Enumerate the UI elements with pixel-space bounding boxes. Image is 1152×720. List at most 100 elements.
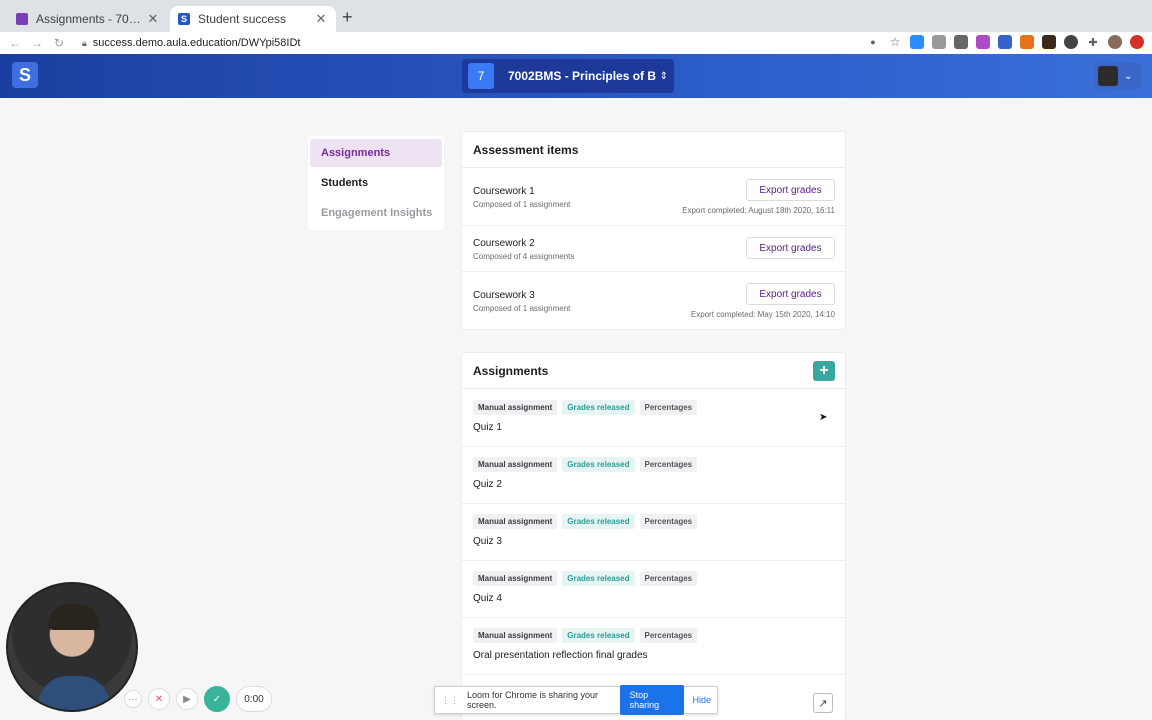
tab-close-icon[interactable]: ✕ — [146, 11, 160, 27]
plus-icon: + — [819, 362, 829, 379]
type-tag: Manual assignment — [473, 400, 558, 415]
export-status: Export completed: August 18th 2020, 16:1… — [682, 206, 835, 215]
coursework-subtitle: Composed of 1 assignment — [473, 200, 571, 209]
address-bar-row: ← → ↻ 🔒︎ success.demo.aula.education/DWY… — [0, 32, 1152, 54]
loom-controls: ⋯ ✕ ▶ ✓ 0:00 — [124, 686, 272, 712]
extension-icon[interactable] — [998, 35, 1012, 49]
coursework-title: Coursework 1 — [473, 186, 535, 197]
cancel-recording-icon[interactable]: ✕ — [148, 688, 170, 710]
external-link-icon[interactable]: ↗ — [813, 693, 833, 713]
app-header: S 7 7002BMS - Principles of Biot... ⇕ ⌄ — [0, 54, 1152, 98]
forward-arrow-icon[interactable]: → — [26, 36, 48, 50]
sidebar-item-students[interactable]: Students — [310, 169, 442, 197]
webcam-shirt — [38, 676, 110, 710]
status-badge: Grades released — [562, 571, 635, 586]
course-number-badge: 7 — [468, 63, 494, 89]
address-field[interactable]: 🔒︎ success.demo.aula.education/DWYpi58ID… — [82, 37, 300, 49]
browser-tab-student-success[interactable]: S Student success ✕ — [170, 6, 336, 32]
sidebar-item-assignments[interactable]: Assignments — [310, 139, 442, 167]
more-options-icon[interactable]: ⋯ — [124, 690, 142, 708]
tab-close-icon[interactable]: ✕ — [314, 11, 328, 27]
extension-icon[interactable] — [1042, 35, 1056, 49]
updown-chevron-icon: ⇕ — [659, 70, 668, 82]
color-extension-icon[interactable] — [976, 35, 990, 49]
mode-tag: Percentages — [639, 628, 698, 643]
tag-group: Manual assignment Grades released Percen… — [473, 457, 698, 472]
tag-group: Manual assignment Grades released Percen… — [473, 400, 698, 415]
type-tag: Manual assignment — [473, 571, 558, 586]
export-grades-button[interactable]: Export grades — [746, 237, 835, 259]
lock-icon: 🔒︎ — [82, 37, 87, 48]
assignment-row[interactable]: Manual assignment Grades released Percen… — [462, 618, 845, 675]
type-tag: Manual assignment — [473, 457, 558, 472]
course-name: 7002BMS - Principles of Biot... — [508, 69, 656, 83]
coursework-subtitle: Composed of 1 assignment — [473, 304, 571, 313]
course-selector[interactable]: 7 7002BMS - Principles of Biot... ⇕ — [462, 59, 674, 93]
assignment-row[interactable]: Manual assignment Grades released Percen… — [462, 390, 845, 447]
url-text: success.demo.aula.education/DWYpi58IDt — [92, 37, 301, 49]
assignment-title: Oral presentation reflection final grade… — [473, 650, 648, 661]
sidebar-item-engagement-insights[interactable]: Engagement Insights — [310, 199, 442, 227]
hide-button[interactable]: Hide — [692, 695, 711, 705]
webcam-bubble[interactable] — [6, 582, 138, 712]
avatar — [1098, 66, 1118, 86]
puzzle-icon[interactable]: ✚ — [1086, 35, 1100, 49]
tag-group: Manual assignment Grades released Percen… — [473, 571, 698, 586]
screen-share-bar: ⋮⋮ Loom for Chrome is sharing your scree… — [434, 685, 718, 715]
qr-extension-icon[interactable] — [932, 35, 946, 49]
tab-favicon-icon: S — [178, 13, 190, 25]
coursework-title: Coursework 2 — [473, 238, 535, 249]
bookmark-star-icon[interactable]: ☆ — [888, 35, 902, 49]
assignment-title: Quiz 4 — [473, 593, 502, 604]
export-status: Export completed: May 15th 2020, 14:10 — [690, 310, 835, 319]
extension-toolbar: ● ☆ ✚ — [866, 35, 1144, 49]
browser-tab-assignments[interactable]: Assignments - 7002BMS - Prin ✕ — [8, 6, 168, 32]
tab-favicon-icon — [16, 13, 28, 25]
stop-sharing-button[interactable]: Stop sharing — [619, 685, 685, 715]
type-tag: Manual assignment — [473, 628, 558, 643]
finish-recording-icon[interactable]: ✓ — [204, 686, 230, 712]
reload-icon[interactable]: ↻ — [48, 36, 70, 50]
browser-tab-strip: Assignments - 7002BMS - Prin ✕ S Student… — [0, 0, 1152, 32]
status-badge: Grades released — [562, 628, 635, 643]
assignment-row[interactable]: Manual assignment Grades released Percen… — [462, 447, 845, 504]
share-message: Loom for Chrome is sharing your screen. — [467, 690, 599, 710]
record-icon[interactable] — [1130, 35, 1144, 49]
new-tab-plus-icon[interactable]: + — [342, 8, 353, 26]
assessment-items-panel: Assessment items Coursework 1 Composed o… — [461, 131, 846, 330]
mouse-cursor-icon: ➤ — [819, 412, 828, 423]
coursework-row: Coursework 1 Composed of 1 assignment Ex… — [462, 169, 845, 226]
check-extension-icon[interactable] — [1064, 35, 1078, 49]
app-logo[interactable]: S — [12, 62, 38, 88]
coursework-subtitle: Composed of 4 assignments — [473, 252, 575, 261]
assignment-row[interactable]: Manual assignment Grades released Percen… — [462, 504, 845, 561]
back-arrow-icon[interactable]: ← — [4, 36, 26, 50]
extension-icon[interactable] — [1020, 35, 1034, 49]
add-assignment-button[interactable]: + — [813, 361, 835, 381]
assignment-title: Quiz 3 — [473, 536, 502, 547]
extension-icon[interactable] — [954, 35, 968, 49]
pause-icon[interactable]: ▶ — [176, 688, 198, 710]
status-badge: Grades released — [562, 514, 635, 529]
export-grades-button[interactable]: Export grades — [746, 179, 835, 201]
coursework-row: Coursework 3 Composed of 1 assignment Ex… — [462, 273, 845, 330]
webcam-hair — [48, 604, 100, 630]
mode-tag: Percentages — [639, 514, 698, 529]
zoom-extension-icon[interactable] — [910, 35, 924, 49]
drag-handle-icon[interactable]: ⋮⋮ — [441, 695, 459, 706]
tag-group: Manual assignment Grades released Percen… — [473, 628, 698, 643]
assignments-panel: Assignments + Manual assignment Grades r… — [461, 352, 846, 720]
mode-tag: Percentages — [639, 457, 698, 472]
assignment-title: Quiz 1 — [473, 422, 502, 433]
status-badge: Grades released — [562, 457, 635, 472]
profile-avatar-icon[interactable] — [1108, 35, 1122, 49]
assignment-row[interactable]: Manual assignment Grades released Percen… — [462, 561, 845, 618]
status-badge: Grades released — [562, 400, 635, 415]
export-grades-button[interactable]: Export grades — [746, 283, 835, 305]
coursework-title: Coursework 3 — [473, 290, 535, 301]
type-tag: Manual assignment — [473, 514, 558, 529]
mode-tag: Percentages — [639, 400, 698, 415]
user-menu[interactable]: ⌄ — [1094, 63, 1142, 89]
microphone-icon[interactable]: ● — [866, 35, 880, 49]
mode-tag: Percentages — [639, 571, 698, 586]
